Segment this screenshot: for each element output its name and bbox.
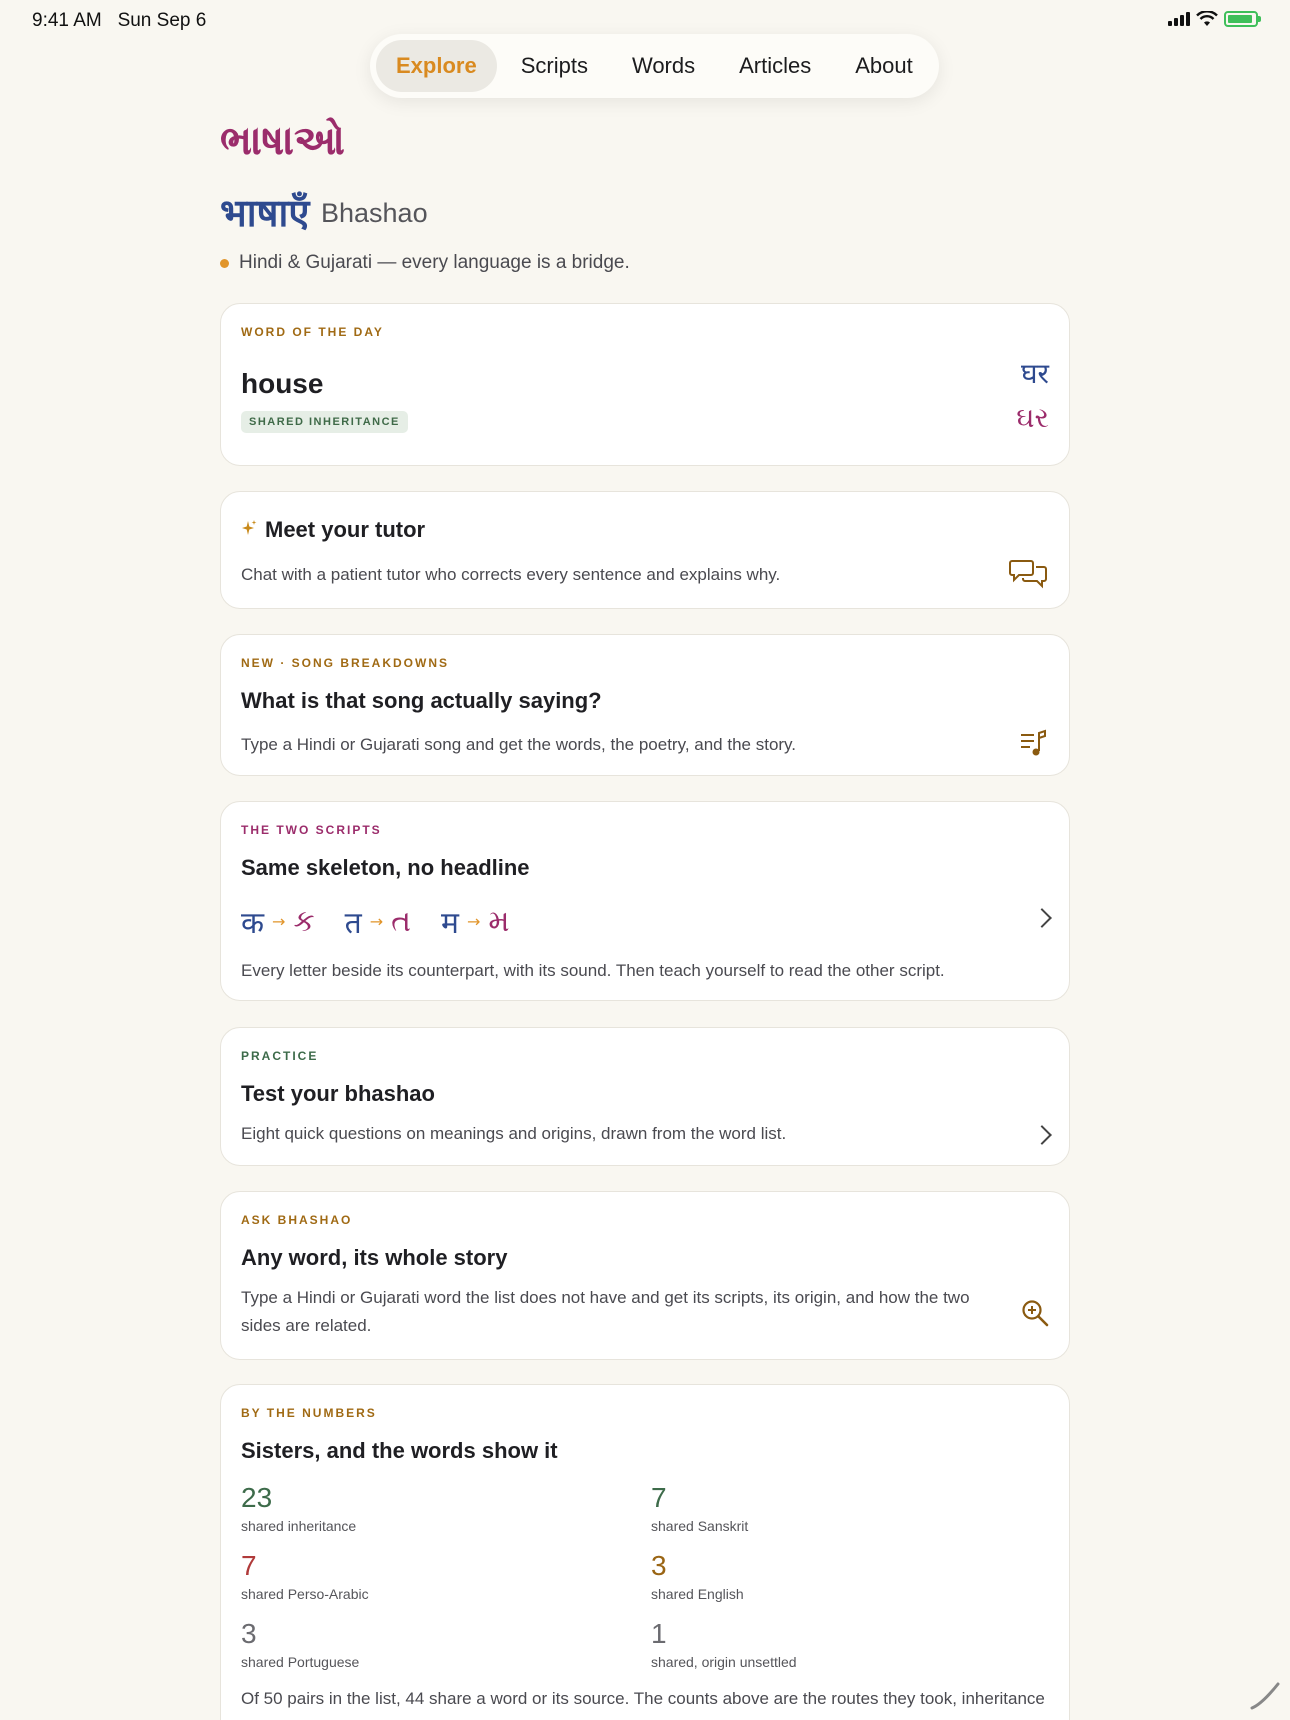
- stat-value: 1: [651, 1618, 667, 1649]
- songs-card[interactable]: NEW · SONG BREAKDOWNS What is that song …: [220, 634, 1070, 776]
- stat-label: shared Portuguese: [241, 1654, 360, 1670]
- numbers-kicker: BY THE NUMBERS: [241, 1406, 377, 1420]
- stat-item: 7 shared Sanskrit: [651, 1482, 748, 1534]
- chevron-right-icon: [1032, 1125, 1052, 1145]
- ask-card[interactable]: ASK BHASHAO Any word, its whole story Ty…: [220, 1191, 1070, 1360]
- status-clock: 9:41 AM: [32, 10, 102, 31]
- songs-kicker: NEW · SONG BREAKDOWNS: [241, 656, 449, 670]
- chevron-right-icon: [1032, 908, 1052, 928]
- letter-pair: म → મ: [441, 901, 510, 942]
- pair-hindi: त: [344, 906, 362, 941]
- stat-label: shared Sanskrit: [651, 1518, 749, 1534]
- practice-kicker: PRACTICE: [241, 1049, 319, 1063]
- scripts-title: Same skeleton, no headline: [241, 855, 530, 880]
- wifi-icon: [1196, 11, 1218, 26]
- pair-arrow: →: [272, 912, 286, 931]
- songs-title: What is that song actually saying?: [241, 688, 602, 713]
- letter-pairs: क → ક त → ત म → મ: [241, 901, 540, 942]
- nav-scripts[interactable]: Scripts: [501, 40, 608, 92]
- tutor-desc: Chat with a patient tutor who corrects e…: [241, 565, 781, 584]
- stat-value: 7: [651, 1482, 667, 1513]
- status-date: Sun Sep 6: [117, 10, 207, 31]
- stat-label: shared English: [651, 1586, 744, 1602]
- stat-value: 3: [651, 1550, 667, 1581]
- stat-value: 23: [241, 1482, 273, 1513]
- ask-title: Any word, its whole story: [241, 1245, 508, 1270]
- pair-gujarati: મ: [488, 904, 510, 939]
- tagline-dot: [220, 258, 229, 268]
- practice-desc: Eight quick questions on meanings and or…: [241, 1124, 787, 1143]
- practice-card[interactable]: PRACTICE Test your bhashao Eight quick q…: [220, 1027, 1070, 1166]
- battery-icon: [1224, 11, 1261, 27]
- numbers-summary: Of 50 pairs in the list, 44 share a word…: [241, 1689, 1045, 1708]
- numbers-card: BY THE NUMBERS Sisters, and the words sh…: [220, 1384, 1070, 1720]
- music-list-icon: [1021, 729, 1046, 756]
- scripts-card[interactable]: THE TWO SCRIPTS Same skeleton, no headli…: [220, 801, 1070, 1001]
- word-of-day-kicker: WORD OF THE DAY: [241, 325, 384, 339]
- pair-gujarati: ત: [391, 904, 412, 939]
- practice-title: Test your bhashao: [241, 1081, 435, 1106]
- search-plus-icon: [1022, 1300, 1049, 1327]
- word-of-day-card[interactable]: WORD OF THE DAY house SHARED INHERITANCE…: [220, 303, 1070, 466]
- pair-arrow: →: [369, 912, 384, 931]
- sparkle-icon: [242, 520, 257, 535]
- status-time: 9:41 AM Sun Sep 6: [32, 10, 206, 32]
- stat-item: 7 shared Perso-Arabic: [241, 1550, 369, 1602]
- stat-item: 23 shared inheritance: [241, 1482, 356, 1534]
- title-gujarati: ભાષાઓ: [220, 118, 345, 164]
- tutor-card[interactable]: Meet your tutor Chat with a patient tuto…: [220, 491, 1070, 609]
- pair-hindi: क: [241, 906, 265, 941]
- numbers-title: Sisters, and the words show it: [241, 1438, 558, 1463]
- nav-about[interactable]: About: [835, 40, 933, 92]
- stat-item: 1 shared, origin unsettled: [651, 1618, 797, 1670]
- songs-desc: Type a Hindi or Gujarati song and get th…: [241, 735, 797, 754]
- letter-pair: त → ત: [345, 901, 411, 942]
- title-hindi: भाषाएँ: [220, 191, 310, 235]
- stat-value: 3: [241, 1618, 257, 1649]
- top-nav: Explore Scripts Words Articles About: [370, 34, 939, 98]
- pair-hindi: म: [441, 906, 459, 941]
- pencil-indicator-icon[interactable]: [1248, 1678, 1282, 1712]
- tagline-text: Hindi & Gujarati — every language is a b…: [239, 252, 630, 273]
- scripts-kicker: THE TWO SCRIPTS: [241, 823, 382, 837]
- scripts-desc: Every letter beside its counterpart, wit…: [241, 961, 945, 980]
- nav-explore[interactable]: Explore: [376, 40, 497, 92]
- letter-pair: क → ક: [241, 901, 315, 942]
- nav-words[interactable]: Words: [612, 40, 715, 92]
- tutor-title: Meet your tutor: [265, 517, 426, 542]
- pair-arrow: →: [467, 912, 481, 931]
- pair-gujarati: ક: [293, 904, 315, 939]
- cellular-signal-icon: [1168, 12, 1190, 26]
- word-of-day-gujarati: ઘર: [1016, 401, 1049, 434]
- ask-kicker: ASK BHASHAO: [241, 1213, 353, 1227]
- ask-desc: Type a Hindi or Gujarati word the list d…: [241, 1288, 970, 1335]
- stat-item: 3 shared Portuguese: [241, 1618, 359, 1670]
- nav-articles[interactable]: Articles: [719, 40, 831, 92]
- origin-badge: SHARED INHERITANCE: [241, 411, 408, 433]
- stat-item: 3 shared English: [651, 1550, 744, 1602]
- chat-bubbles-icon: [1009, 560, 1047, 589]
- word-of-day-word: house: [241, 368, 324, 399]
- stat-label: shared, origin unsettled: [651, 1654, 797, 1670]
- stat-label: shared inheritance: [241, 1518, 357, 1534]
- status-icons: [1168, 11, 1261, 27]
- stat-value: 7: [241, 1550, 257, 1581]
- tagline: Hindi & Gujarati — every language is a b…: [220, 252, 630, 274]
- title-latin: Bhashao: [321, 198, 428, 228]
- stat-label: shared Perso-Arabic: [241, 1586, 369, 1602]
- word-of-day-hindi: घर: [1020, 357, 1049, 390]
